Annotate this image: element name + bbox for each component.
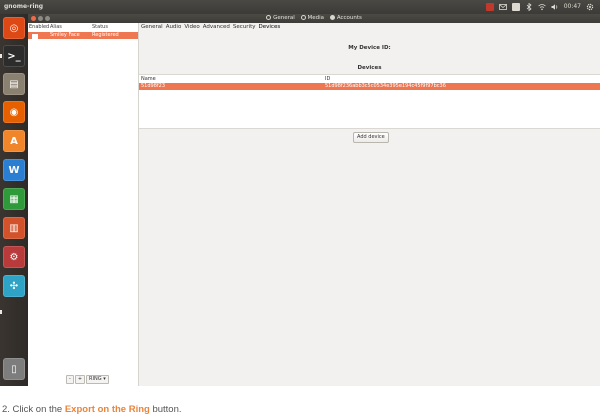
accounts-table-header: Enabled Alias Status xyxy=(28,23,138,32)
bluetooth-icon[interactable] xyxy=(525,2,533,12)
ubuntu-dash-launcher[interactable]: ◎ xyxy=(3,17,25,39)
calc-launcher[interactable]: ▦ xyxy=(3,188,25,210)
launcher: ◎ >_ ▤ ◉ A W ▦ ▥ ⚙ ✣ ▯ xyxy=(0,14,28,386)
tab-video[interactable]: Video xyxy=(184,24,199,30)
enabled-checkbox[interactable] xyxy=(32,33,38,40)
account-type-select[interactable]: RING ▾ xyxy=(86,375,109,384)
tab-audio[interactable]: Audio xyxy=(166,24,182,30)
running-indicator xyxy=(0,310,2,314)
tab-devices[interactable]: Devices xyxy=(259,24,281,30)
trash-launcher[interactable]: ▯ xyxy=(3,358,25,380)
wifi-icon[interactable] xyxy=(537,3,546,11)
column-enabled[interactable]: Enabled xyxy=(29,23,49,32)
column-alias[interactable]: Alias xyxy=(50,23,62,32)
ring-launcher[interactable]: ✣ xyxy=(3,275,25,297)
table-row[interactable]: Smiley Face Registered xyxy=(28,32,138,40)
software-center-icon: A xyxy=(10,135,18,147)
tab-general[interactable]: General xyxy=(141,24,163,30)
devices-label: Devices xyxy=(357,65,382,71)
top-panel: gnome-ring 00:47 xyxy=(0,0,600,14)
settings-tabs: General Audio Video Advanced Security De… xyxy=(141,24,280,30)
impress-launcher[interactable]: ▥ xyxy=(3,217,25,239)
add-device-button[interactable]: Add device xyxy=(353,132,389,143)
mode-general[interactable]: General xyxy=(265,15,296,21)
app-title: gnome-ring xyxy=(4,3,44,10)
volume-icon[interactable] xyxy=(551,3,559,11)
add-account-button[interactable]: + xyxy=(74,375,86,384)
running-indicator xyxy=(0,54,2,58)
power-gear-icon[interactable] xyxy=(586,3,594,11)
system-settings-icon: ⚙ xyxy=(9,251,19,263)
system-settings-launcher[interactable]: ⚙ xyxy=(3,246,25,268)
writer-launcher[interactable]: W xyxy=(3,159,25,181)
caption-suffix: button. xyxy=(149,404,182,415)
column-name[interactable]: Name xyxy=(141,75,156,83)
terminal-icon: >_ xyxy=(7,50,21,62)
impress-icon: ▥ xyxy=(9,222,19,234)
account-settings-pane: General Audio Video Advanced Security De… xyxy=(139,23,600,386)
clock[interactable]: 00:47 xyxy=(564,0,581,14)
ring-window: General Media Accounts Enabled Alias Sta… xyxy=(28,14,600,386)
accounts-pane: Enabled Alias Status Smiley Face Registe… xyxy=(28,23,139,386)
mode-accounts[interactable]: Accounts xyxy=(329,15,363,21)
mail-icon[interactable] xyxy=(498,3,507,11)
files-launcher[interactable]: ▤ xyxy=(3,73,25,95)
tab-security[interactable]: Security xyxy=(233,24,256,30)
ubuntu-dash-icon: ◎ xyxy=(9,22,19,34)
account-status: Registered xyxy=(92,32,119,38)
keyboard-icon[interactable] xyxy=(511,3,520,11)
ring-tray-icon[interactable] xyxy=(485,3,494,11)
files-icon: ▤ xyxy=(9,78,19,90)
tab-advanced[interactable]: Advanced xyxy=(203,24,230,30)
radio-selected-icon xyxy=(329,15,335,20)
radio-icon xyxy=(300,15,306,20)
desktop-screen: gnome-ring 00:47 ◎ >_ ▤ ◉ A W ▦ ▥ ⚙ ✣ ▯ xyxy=(0,0,600,386)
remove-account-button[interactable]: - xyxy=(66,375,74,384)
my-device-id-label: My Device ID: xyxy=(348,45,391,51)
column-status[interactable]: Status xyxy=(92,23,108,32)
calc-icon: ▦ xyxy=(9,193,19,205)
window-titlebar[interactable]: General Media Accounts xyxy=(28,14,600,23)
table-row[interactable]: 51d98f23 51d98f236abb3c5c0534e395e194c45… xyxy=(139,83,600,90)
account-controls: - + RING ▾ xyxy=(66,375,109,384)
mode-switcher: General Media Accounts xyxy=(28,14,600,23)
instruction-caption: 2. Click on the Export on the Ring butto… xyxy=(2,404,182,415)
column-id[interactable]: ID xyxy=(325,75,330,83)
trash-icon: ▯ xyxy=(11,363,17,375)
mode-media[interactable]: Media xyxy=(300,15,326,21)
firefox-launcher[interactable]: ◉ xyxy=(3,101,25,123)
firefox-icon: ◉ xyxy=(9,106,19,118)
devices-table: Name ID 51d98f23 51d98f236abb3c5c0534e39… xyxy=(139,74,600,129)
caption-prefix: 2. Click on the xyxy=(2,404,65,415)
terminal-launcher[interactable]: >_ xyxy=(3,45,25,67)
software-center-launcher[interactable]: A xyxy=(3,130,25,152)
writer-icon: W xyxy=(8,164,20,176)
radio-icon xyxy=(266,15,272,20)
ring-icon: ✣ xyxy=(9,280,19,292)
system-tray: 00:47 xyxy=(485,0,594,14)
account-alias: Smiley Face xyxy=(50,32,80,38)
chevron-down-icon: ▾ xyxy=(103,376,106,382)
device-id: 51d98f236abb3c5c0534e395e194c45f9f97bc36 xyxy=(325,83,446,89)
caption-highlight: Export on the Ring xyxy=(64,404,150,415)
device-name: 51d98f23 xyxy=(141,83,166,89)
